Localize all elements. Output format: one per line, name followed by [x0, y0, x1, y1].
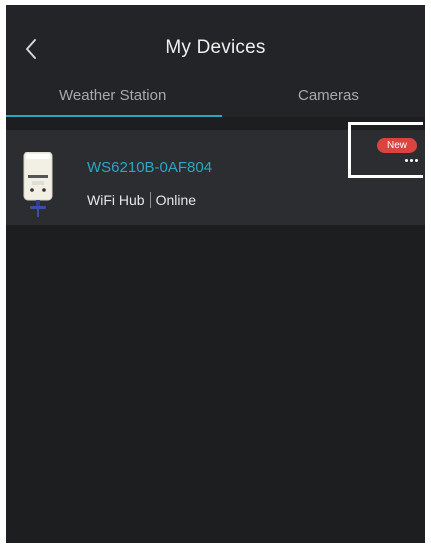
device-name: WS6210B-0AF804	[87, 159, 213, 176]
tab-cameras[interactable]: Cameras	[298, 87, 359, 104]
more-options-button[interactable]	[400, 153, 422, 167]
header: My Devices Weather Station Cameras	[6, 5, 425, 117]
tab-weather-station[interactable]: Weather Station	[59, 87, 166, 104]
device-meta: WiFi Hub Online	[87, 192, 196, 208]
device-status: Online	[155, 192, 197, 208]
app-screen: My Devices Weather Station Cameras WS621…	[6, 5, 425, 543]
device-type: WiFi Hub	[87, 192, 145, 208]
weather-station-device-icon	[23, 152, 53, 217]
page-title: My Devices	[165, 37, 266, 58]
more-dot	[409, 158, 413, 162]
more-dot	[414, 158, 418, 162]
active-tab-indicator	[6, 115, 222, 117]
more-horizontal-icon	[404, 158, 408, 162]
new-badge: New	[377, 138, 417, 153]
meta-divider	[149, 192, 151, 208]
